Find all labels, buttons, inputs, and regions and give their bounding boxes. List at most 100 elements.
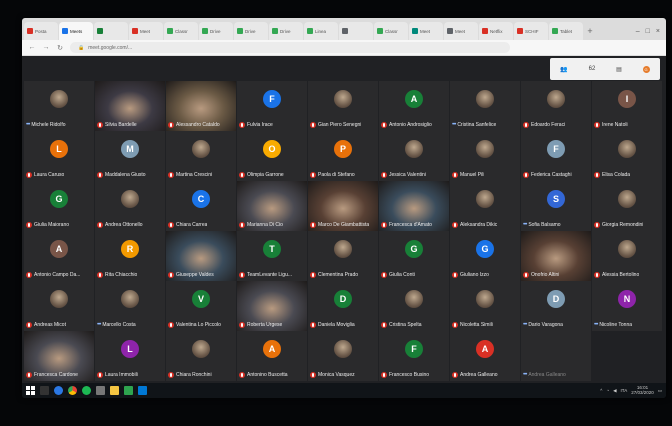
participant-tile[interactable]: Martina Crescini	[166, 131, 236, 181]
participant-tile[interactable]: F Francesco Busino	[379, 331, 449, 381]
participant-tile[interactable]: ••• Marcello Costa	[95, 281, 165, 331]
participant-tile[interactable]: R Rita Chiacchio	[95, 231, 165, 281]
language-indicator[interactable]: ITA	[621, 388, 628, 393]
participant-tile[interactable]: Francesca d'Amato	[379, 181, 449, 231]
browser-tab[interactable]: Posta	[24, 22, 58, 40]
participant-tile[interactable]: A Antonino Buscetta	[237, 331, 307, 381]
browser-tab[interactable]: Tablet	[549, 22, 583, 40]
participant-tile[interactable]: ••• Cristina Sanfelice	[450, 81, 520, 131]
browser-tab[interactable]: Meet	[444, 22, 478, 40]
task-view-icon[interactable]	[40, 386, 49, 395]
participant-tile[interactable]: Gian Piero Senegni	[308, 81, 378, 131]
participant-tile[interactable]: Nicoletta Simili	[450, 281, 520, 331]
browser-tab[interactable]: Linea	[304, 22, 338, 40]
participant-label: Nicoletta Simili	[452, 320, 518, 329]
participant-tile[interactable]: S ••• Sofia Balsamo	[521, 181, 591, 231]
participant-tile[interactable]: L Laura Immobili	[95, 331, 165, 381]
browser-tab[interactable]: Classr	[374, 22, 408, 40]
edge-icon[interactable]	[54, 386, 63, 395]
participant-tile[interactable]: L Laura Caruso	[24, 131, 94, 181]
participant-tile[interactable]: G Giulia Maiorano	[24, 181, 94, 231]
avatar: T	[263, 240, 281, 258]
browser-tab[interactable]: Drive	[269, 22, 303, 40]
participant-tile[interactable]: Andreas Micot	[24, 281, 94, 331]
participant-tile[interactable]: Chiara Ronchini	[166, 331, 236, 381]
browser-tab[interactable]: SCHIF	[514, 22, 548, 40]
url-field[interactable]: 🔒 meet.google.com/...	[70, 42, 510, 53]
participant-tile[interactable]: Alessandro Cataldo	[166, 81, 236, 131]
participant-tile[interactable]: Monica Vasquez	[308, 331, 378, 381]
participant-tile[interactable]: I Irene Natoli	[592, 81, 662, 131]
participant-tile[interactable]: M Maddalena Giusto	[95, 131, 165, 181]
forward-icon[interactable]: →	[42, 44, 50, 51]
participant-label: Paola di Stefano	[310, 170, 376, 179]
back-icon[interactable]: ←	[28, 44, 36, 51]
participant-tile[interactable]: T TeamLevante Ligu...	[237, 231, 307, 281]
spotify-icon[interactable]	[82, 386, 91, 395]
participant-tile[interactable]: Giuseppe Valdes	[166, 231, 236, 281]
notification-icon[interactable]: ▭	[658, 388, 662, 394]
participant-tile[interactable]: A Antonio Androsiglio	[379, 81, 449, 131]
browser-tab[interactable]	[94, 22, 128, 40]
participant-tile[interactable]: F Fulvia Irace	[237, 81, 307, 131]
participant-tile[interactable]: Jessica Valentini	[379, 131, 449, 181]
store-icon[interactable]	[138, 386, 147, 395]
participant-tile[interactable]: Roberta Urgese	[237, 281, 307, 331]
participant-tile[interactable]: O Olimpia Garrone	[237, 131, 307, 181]
participant-tile[interactable]: G Giuliano Izzo	[450, 231, 520, 281]
participant-tile[interactable]: ••• Andrea Galleano	[521, 331, 591, 381]
participant-tile[interactable]: P Paola di Stefano	[308, 131, 378, 181]
participant-tile[interactable]: V Valentina Lo Piccolo	[166, 281, 236, 331]
participant-tile[interactable]: Aleksandra Dikic	[450, 181, 520, 231]
participant-tile[interactable]: F Federica Castaghi	[521, 131, 591, 181]
participant-tile[interactable]: A Antonio Campo Da...	[24, 231, 94, 281]
browser-tab[interactable]: Drive	[199, 22, 233, 40]
tab-label: Netflix	[490, 28, 503, 34]
close-icon[interactable]: ×	[656, 28, 660, 35]
browser-tab[interactable]: Meet	[409, 22, 443, 40]
windows-start-icon[interactable]	[26, 386, 35, 395]
participant-tile[interactable]: A Andrea Galleano	[450, 331, 520, 381]
participant-tile[interactable]: Marco De Giambattista	[308, 181, 378, 231]
participant-tile[interactable]: Giorgia Remondini	[592, 181, 662, 231]
chat-icon[interactable]: ▤	[616, 66, 622, 73]
browser-tab[interactable]: Meet	[129, 22, 163, 40]
avatar: A	[50, 240, 68, 258]
account-avatar[interactable]: G	[642, 65, 650, 73]
new-tab-button[interactable]: +	[584, 22, 596, 40]
browser-tab[interactable]: Meets	[59, 22, 93, 40]
wifi-icon[interactable]: ◔	[606, 388, 609, 393]
minimize-icon[interactable]: –	[636, 28, 640, 35]
file-explorer-icon[interactable]	[110, 386, 119, 395]
browser-tab[interactable]: Netflix	[479, 22, 513, 40]
participant-tile[interactable]: Edoardo Feraci	[521, 81, 591, 131]
participant-tile[interactable]: D ••• Dario Varagona	[521, 281, 591, 331]
volume-icon[interactable]: ◀	[613, 388, 616, 394]
participant-tile[interactable]: Cristina Spelta	[379, 281, 449, 331]
app-icon[interactable]	[96, 386, 105, 395]
participant-tile[interactable]: Manuel Pili	[450, 131, 520, 181]
participant-tile[interactable]: C Chiara Carrea	[166, 181, 236, 231]
participant-tile[interactable]: N ••• Nicoline Tonna	[592, 281, 662, 331]
participant-tile[interactable]: Francesca Cardone	[24, 331, 94, 381]
participant-tile[interactable]: ••• Michele Ridolfo	[24, 81, 94, 131]
participant-tile[interactable]: Onofrio Altini	[521, 231, 591, 281]
people-icon[interactable]: 👥	[560, 66, 567, 73]
excel-icon[interactable]	[124, 386, 133, 395]
participant-tile[interactable]: Andrea Ottonello	[95, 181, 165, 231]
chevron-up-icon[interactable]: ^	[600, 388, 602, 393]
clock[interactable]: 16:01 27/03/2020	[631, 385, 654, 395]
browser-tab[interactable]: Classr	[164, 22, 198, 40]
participant-tile[interactable]: Elisa Colada	[592, 131, 662, 181]
participant-tile[interactable]: Alessia Bertolino	[592, 231, 662, 281]
browser-tab[interactable]: Drive	[234, 22, 268, 40]
chrome-icon[interactable]	[68, 386, 77, 395]
participant-tile[interactable]: Clementina Prado	[308, 231, 378, 281]
reload-icon[interactable]: ↻	[56, 44, 64, 52]
participant-tile[interactable]: Marianna Di Cio	[237, 181, 307, 231]
participant-tile[interactable]: D Daniela Moviglia	[308, 281, 378, 331]
participant-tile[interactable]: Silvia Bardelle	[95, 81, 165, 131]
participant-tile[interactable]: G Giulia Conti	[379, 231, 449, 281]
maximize-icon[interactable]: □	[646, 28, 650, 35]
browser-tab[interactable]	[339, 22, 373, 40]
